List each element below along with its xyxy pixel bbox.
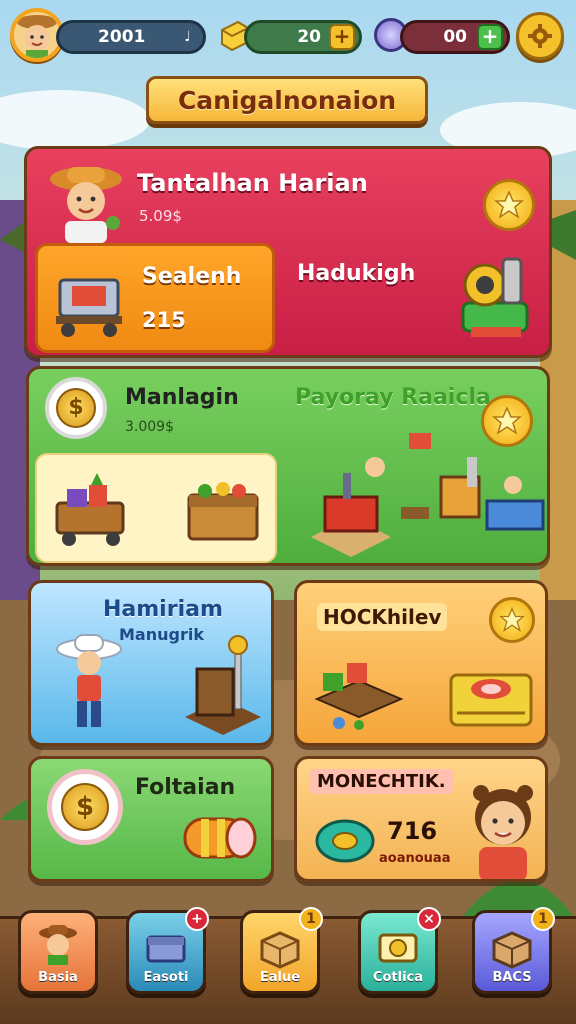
coin-icon xyxy=(378,933,418,963)
coin-roll-icon xyxy=(183,817,257,859)
merchant-value: 716 xyxy=(387,817,438,845)
market-crates-icon xyxy=(314,663,404,730)
vegetable-cart-icon xyxy=(55,473,125,546)
daily-tasks-panel[interactable]: Tantalhan Harian 5.09$ Sealenh 215 Haduk… xyxy=(24,146,552,358)
lever-switch-icon xyxy=(185,635,261,735)
coin-plate-icon: $ xyxy=(47,769,123,845)
score-counter: 2001 ♩ xyxy=(56,20,206,54)
box-icon xyxy=(260,931,300,969)
gold-value: 20 xyxy=(297,27,321,47)
shop-star-badge xyxy=(489,597,535,643)
daily-subtask-title: Sealenh xyxy=(142,264,242,289)
nav-notification-badge: 1 xyxy=(531,907,555,931)
merchant-subtitle: aoanouaa xyxy=(379,851,451,866)
management-panel[interactable]: $ Manlagin 3.009$ Payoray Raaicla xyxy=(26,366,550,566)
cannon-machine-icon xyxy=(461,257,529,337)
daily-star-badge xyxy=(483,179,535,231)
nav-label: Easoti xyxy=(143,970,189,985)
fortune-title: Foltaian xyxy=(135,775,236,800)
workshop-scene-icon xyxy=(311,433,545,557)
add-gems-button[interactable]: + xyxy=(477,24,503,50)
farmer-icon xyxy=(39,925,77,965)
nav-basia[interactable]: Basia xyxy=(18,910,98,994)
gold-counter: 20 + xyxy=(244,20,362,54)
nav-ealue[interactable]: Ealue 1 xyxy=(240,907,323,994)
star-icon xyxy=(499,607,525,632)
harvest-title: Hamiriam xyxy=(103,597,223,622)
farmer-character-icon xyxy=(50,167,122,243)
merchant-title: MONECHTIK. xyxy=(309,769,454,794)
harvest-panel[interactable]: Hamiriam Manugrik xyxy=(28,580,274,746)
settings-button[interactable] xyxy=(516,12,564,60)
screen-title: Canigalnonaion xyxy=(146,76,428,124)
score-value: 2001 xyxy=(98,27,146,47)
gem-ring-icon xyxy=(315,819,375,863)
nav-cotlica[interactable]: Cotlica × xyxy=(358,907,441,994)
management-value: 3.009$ xyxy=(125,419,174,435)
farmer-runner-icon xyxy=(56,634,122,727)
gear-icon xyxy=(528,24,552,48)
nav-easoti[interactable]: Easoti + xyxy=(126,907,209,994)
gems-counter: 00 + xyxy=(400,20,510,54)
daily-value: 5.09$ xyxy=(139,207,182,225)
shop-title: HOCKhilev xyxy=(317,603,448,631)
management-right-title: Payoray Raaicla xyxy=(295,385,491,410)
treasure-chest-icon xyxy=(449,673,533,727)
treasure-cart-icon xyxy=(56,278,122,337)
farmer-face-icon xyxy=(17,15,57,58)
nav-label: BACS xyxy=(492,970,532,985)
chest-icon xyxy=(146,935,186,963)
nav-label: Cotlica xyxy=(372,970,424,985)
add-gold-button[interactable]: + xyxy=(329,24,355,50)
star-icon xyxy=(494,190,524,219)
shop-panel[interactable]: HOCKhilev xyxy=(294,580,548,746)
package-icon xyxy=(492,931,532,969)
nav-notification-badge: 1 xyxy=(299,907,323,931)
top-hud: 2001 ♩ 20 + 00 + xyxy=(0,0,576,74)
nav-bacs[interactable]: BACS 1 xyxy=(472,907,555,994)
daily-subtask-card[interactable]: Sealenh 215 xyxy=(35,243,275,353)
horn-icon: ♩ xyxy=(184,29,191,45)
nav-label: Basia xyxy=(38,970,78,985)
produce-crate-icon xyxy=(187,482,259,541)
management-title: Manlagin xyxy=(125,385,239,410)
coin-medal-icon: $ xyxy=(45,377,107,439)
merchant-panel[interactable]: MONECHTIK. 716 aoanouaa xyxy=(294,756,548,882)
nav-notification-badge: × xyxy=(417,907,441,931)
daily-subtask-value: 215 xyxy=(142,308,186,332)
daily-reward-title: Hadukigh xyxy=(297,261,416,286)
nav-label: Ealue xyxy=(259,970,301,985)
gems-value: 00 xyxy=(443,27,467,47)
management-items-card[interactable] xyxy=(35,453,277,563)
daily-title: Tantalhan Harian xyxy=(137,169,368,197)
merchant-girl-icon xyxy=(473,785,533,879)
nav-notification-badge: + xyxy=(185,907,209,931)
fortune-panel[interactable]: $ Foltaian xyxy=(28,756,274,882)
